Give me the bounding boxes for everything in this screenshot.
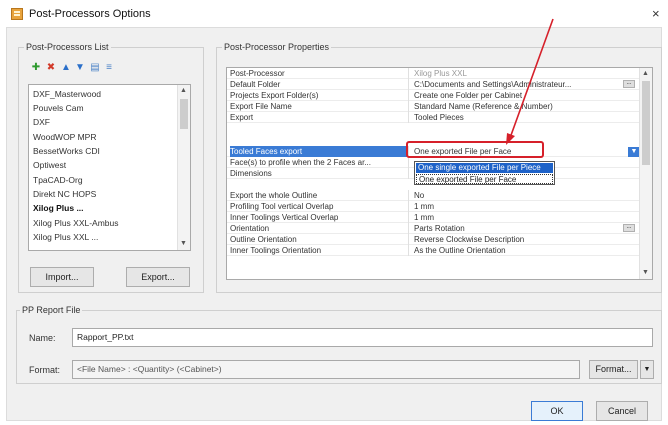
list-item[interactable]: DXF_Masterwood	[33, 89, 101, 99]
list-item[interactable]: Pouvels Cam	[33, 103, 84, 113]
property-value: Tooled Pieces	[414, 113, 464, 122]
property-name: Inner Toolings Vertical Overlap	[230, 212, 409, 223]
import-button[interactable]: Import...	[30, 267, 94, 287]
app-icon	[11, 8, 23, 20]
post-processors-list-label: Post-Processors List	[24, 42, 111, 52]
tooled-faces-dropdown-list[interactable]: One single exported File per Piece One e…	[414, 161, 555, 185]
properties-scrollbar[interactable]: ▲ ▼	[639, 68, 652, 279]
orientation-button[interactable]: ...	[623, 224, 635, 232]
property-value: 1 mm	[414, 213, 434, 222]
post-processor-properties-label: Post-Processor Properties	[222, 42, 332, 52]
annotation-highlight-box	[406, 141, 544, 158]
property-name: Outline Orientation	[230, 234, 409, 245]
title-bar: Post-Processors Options ×	[0, 0, 668, 28]
dropdown-option-file-per-face[interactable]: One exported File per Face	[416, 174, 553, 184]
close-icon[interactable]: ×	[652, 7, 660, 20]
scroll-down-icon[interactable]: ▼	[642, 269, 649, 277]
property-name: Inner Toolings Orientation	[230, 245, 409, 256]
window-title: Post-Processors Options	[29, 8, 151, 20]
properties-icon[interactable]: ≡	[104, 63, 114, 73]
format-menu-chevron-down-icon[interactable]: ▼	[640, 360, 654, 379]
property-row[interactable]: Outline Orientation Reverse Clockwise De…	[227, 234, 641, 245]
property-name: Face(s) to profile when the 2 Faces ar..…	[230, 157, 409, 168]
copy-icon[interactable]: ▤	[90, 63, 100, 73]
property-value: Create one Folder per Cabinet	[414, 91, 523, 100]
property-value: C:\Documents and Settings\Administrateur…	[414, 80, 572, 89]
move-down-icon[interactable]: ▼	[75, 63, 85, 73]
property-row[interactable]: Default Folder C:\Documents and Settings…	[227, 79, 641, 90]
scroll-thumb[interactable]	[180, 99, 188, 129]
pp-report-file-label: PP Report File	[20, 305, 83, 315]
list-item-selected[interactable]: Xilog Plus ...	[33, 203, 84, 213]
property-value: Standard Name (Reference & Number)	[414, 102, 553, 111]
list-item[interactable]: DXF	[33, 117, 50, 127]
property-name: Projects Export Folder(s)	[230, 90, 409, 101]
property-value: Reverse Clockwise Description	[414, 235, 525, 244]
property-name: Export	[230, 112, 409, 123]
scroll-up-icon[interactable]: ▲	[180, 87, 187, 95]
name-label: Name:	[29, 333, 56, 343]
export-button[interactable]: Export...	[126, 267, 190, 287]
cancel-button[interactable]: Cancel	[596, 401, 648, 421]
list-item[interactable]: WoodWOP MPR	[33, 132, 96, 142]
property-name: Profiling Tool vertical Overlap	[230, 201, 409, 212]
property-name: Default Folder	[230, 79, 409, 90]
move-up-icon[interactable]: ▲	[61, 63, 71, 73]
post-processors-options-dialog: Post-Processors Options × Post-Processor…	[0, 0, 668, 425]
property-name: Post-Processor	[230, 68, 409, 79]
property-name: Dimensions	[230, 168, 409, 179]
property-row[interactable]: Inner Toolings Orientation As the Outlin…	[227, 245, 641, 256]
list-item[interactable]: TpaCAD-Org	[33, 175, 83, 185]
property-value: As the Outline Orientation	[414, 246, 506, 255]
add-icon[interactable]: ✚	[31, 63, 41, 73]
ok-button[interactable]: OK	[531, 401, 583, 421]
list-item[interactable]: Xilog Plus XXL ...	[33, 232, 98, 242]
property-value: Parts Rotation	[414, 224, 465, 233]
property-value: No	[414, 191, 425, 200]
list-item[interactable]: BessetWorks CDI	[33, 146, 100, 156]
list-item[interactable]: Direkt NC HOPS	[33, 189, 96, 199]
property-name: Tooled Faces export	[230, 146, 409, 157]
scroll-thumb[interactable]	[642, 81, 650, 165]
scroll-down-icon[interactable]: ▼	[180, 240, 187, 248]
post-processors-list[interactable]: DXF_Masterwood Pouvels Cam DXF WoodWOP M…	[28, 84, 191, 251]
property-row[interactable]: Export the whole Outline No	[227, 190, 641, 201]
property-row[interactable]: Inner Toolings Vertical Overlap 1 mm	[227, 212, 641, 223]
property-row[interactable]: Orientation Parts Rotation ...	[227, 223, 641, 234]
property-row[interactable]: Profiling Tool vertical Overlap 1 mm	[227, 201, 641, 212]
format-label: Format:	[29, 365, 61, 375]
property-name: Export File Name	[230, 101, 409, 112]
format-button[interactable]: Format...	[589, 360, 638, 379]
dropdown-option-single-file[interactable]: One single exported File per Piece	[416, 163, 553, 173]
property-value: Xilog Plus XXL	[414, 69, 467, 78]
property-row[interactable]: Projects Export Folder(s) Create one Fol…	[227, 90, 641, 101]
scroll-up-icon[interactable]: ▲	[642, 70, 649, 78]
delete-icon[interactable]: ✖	[46, 63, 56, 73]
property-name: Export the whole Outline	[230, 190, 409, 201]
list-scrollbar[interactable]: ▲ ▼	[177, 85, 190, 250]
property-value: 1 mm	[414, 202, 434, 211]
property-name: Orientation	[230, 223, 409, 234]
property-row[interactable]: Export File Name Standard Name (Referenc…	[227, 101, 641, 112]
property-row[interactable]: Post-Processor Xilog Plus XXL	[227, 68, 641, 79]
report-format-field[interactable]: <File Name> : <Quantity> (<Cabinet>)	[72, 360, 580, 379]
report-name-input[interactable]: Rapport_PP.txt	[72, 328, 653, 347]
list-item[interactable]: Optiwest	[33, 160, 66, 170]
browse-folder-button[interactable]: ...	[623, 80, 635, 88]
list-item[interactable]: Xilog Plus XXL-Ambus	[33, 218, 119, 228]
property-row[interactable]: Export Tooled Pieces	[227, 112, 641, 123]
